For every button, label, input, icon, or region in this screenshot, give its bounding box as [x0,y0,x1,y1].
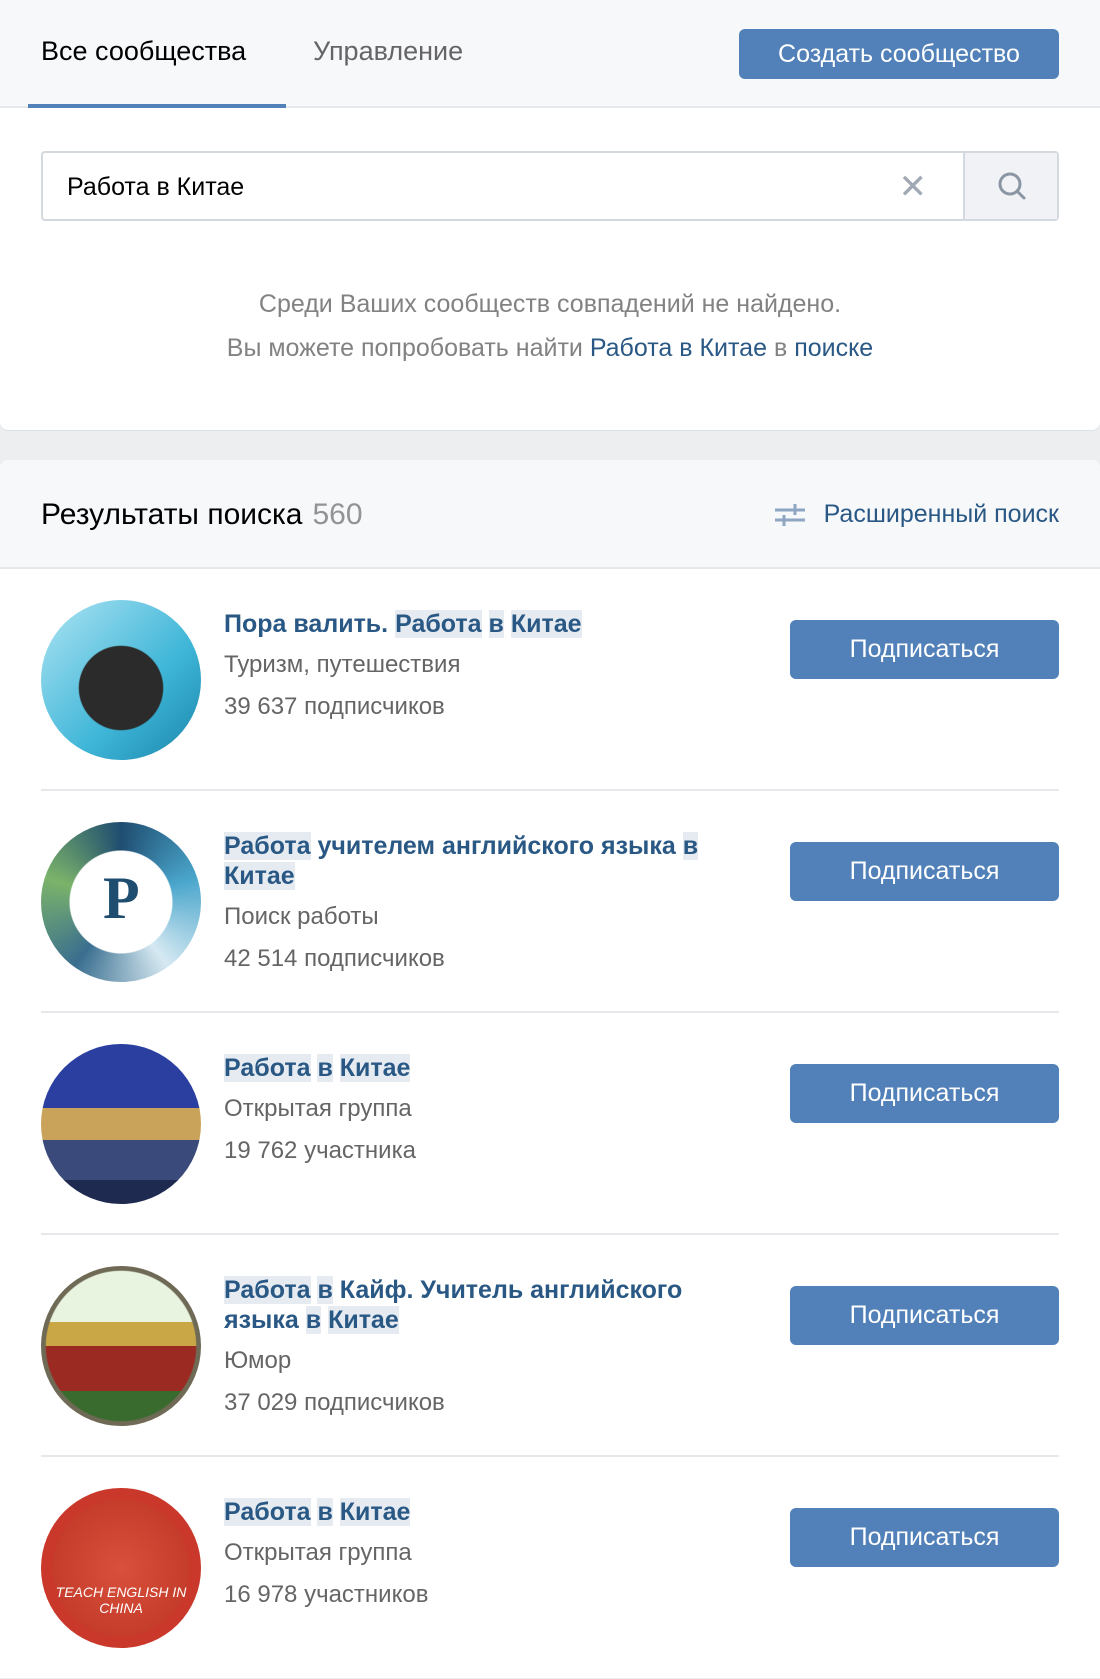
community-category: Поиск работы [224,903,379,930]
title-segment: в [317,1276,333,1304]
search-suggestion: Вы можете попробовать найти Работа в Кит… [0,334,1100,363]
community-info: Работа в Китае Открытая группа 19 762 уч… [224,1053,744,1167]
community-title-link[interactable]: Работа в Кайф. Учитель английского языка… [224,1275,744,1335]
title-segment: Китае [339,1498,411,1526]
member-count: 16 978 участников [224,1581,429,1608]
community-avatar[interactable] [41,1044,201,1204]
subscribe-button[interactable]: Подписаться [790,620,1059,679]
title-segment: Китае [328,1306,399,1334]
title-segment: Работа [395,610,482,638]
title-segment: Работа [224,1276,311,1304]
title-segment: Работа [224,1054,311,1082]
community-avatar[interactable]: TEACH ENGLISH IN CHINA [41,1488,201,1648]
community-category: Открытая группа [224,1539,412,1566]
title-segment: в [317,1054,333,1082]
member-count: 37 029 подписчиков [224,1389,445,1416]
tab-management[interactable]: Управление [313,36,463,67]
communities-panel: Все сообщества Управление Создать сообще… [0,0,1100,430]
community-list-item: Пора валить. Работа в Китае Туризм, путе… [41,569,1059,791]
title-segment: Китае [339,1054,411,1082]
results-title: Результаты поиска 560 [41,498,363,532]
tab-bar: Все сообщества Управление Создать сообще… [0,0,1100,108]
search-icon [998,172,1026,200]
title-segment: учителем английского языка [310,832,683,860]
community-list-item: P Работа учителем английского языка в Ки… [41,791,1059,1013]
community-title-link[interactable]: Работа учителем английского языка в Кита… [224,831,744,891]
subscribe-button[interactable]: Подписаться [790,1508,1059,1567]
community-info: Работа в Китае Открытая группа 16 978 уч… [224,1497,744,1611]
community-info: Работа учителем английского языка в Кита… [224,831,744,975]
subscribe-button[interactable]: Подписаться [790,842,1059,901]
subscribe-button[interactable]: Подписаться [790,1064,1059,1123]
community-list-item: Работа в Кайф. Учитель английского языка… [41,1235,1059,1457]
title-segment: Работа [224,1498,311,1526]
advanced-search-label: Расширенный поиск [823,500,1059,528]
suggestion-text: Вы можете попробовать найти [226,334,590,362]
title-segment: Пора [224,610,294,638]
logo-letter: P [103,865,140,931]
title-segment: валить. [293,610,389,638]
title-segment: Китае [224,862,295,890]
title-segment: в [317,1498,333,1526]
community-title-link[interactable]: Работа в Китае [224,1497,744,1527]
results-header: Результаты поиска 560 Расширенный поиск [0,460,1100,569]
community-avatar[interactable] [41,600,201,760]
community-title-link[interactable]: Работа в Китае [224,1053,744,1083]
active-tab-indicator [28,104,286,108]
results-count: 560 [312,498,363,531]
search-button[interactable] [963,153,1057,219]
global-search-link[interactable]: поиске [794,334,873,362]
advanced-search-link[interactable]: Расширенный поиск [774,500,1059,529]
member-count: 19 762 участника [224,1137,416,1164]
avatar-logo-text: TEACH ENGLISH IN CHINA [55,1584,187,1616]
no-matches-message: Среди Ваших сообществ совпадений не найд… [258,290,842,318]
suggestion-text: в [767,334,795,362]
query-link[interactable]: Работа в Китае [590,334,767,362]
community-title-link[interactable]: Пора валить. Работа в Китае [224,609,744,639]
search-input[interactable]: Работа в Китае [67,173,244,202]
title-segment: Китае [510,610,582,638]
community-avatar[interactable] [41,1266,201,1426]
member-count: 39 637 подписчиков [224,693,445,720]
community-avatar[interactable]: P [41,822,201,982]
title-segment: в [305,1306,322,1334]
title-segment: Работа [224,832,311,860]
filter-sliders-icon [774,503,805,526]
close-icon[interactable]: ✕ [899,167,928,207]
community-info: Работа в Кайф. Учитель английского языка… [224,1275,744,1419]
title-segment [482,610,489,638]
create-community-button[interactable]: Создать сообщество [739,29,1059,79]
community-category: Юмор [224,1347,292,1374]
title-segment [333,1054,340,1082]
title-segment: в [682,832,699,860]
search-results-panel: Результаты поиска 560 Расширенный поиск П… [0,460,1100,1678]
title-segment [504,610,511,638]
tab-all-communities[interactable]: Все сообщества [41,36,246,67]
community-category: Открытая группа [224,1095,412,1122]
title-segment: в [488,610,504,638]
title-segment [333,1498,340,1526]
subscribe-button[interactable]: Подписаться [790,1286,1059,1345]
community-list-item: Работа в Китае Открытая группа 19 762 уч… [41,1013,1059,1235]
member-count: 42 514 подписчиков [224,945,445,972]
search-field[interactable]: Работа в Китае ✕ [41,151,1059,221]
community-list-item: TEACH ENGLISH IN CHINA Работа в Китае От… [41,1457,1059,1679]
results-title-text: Результаты поиска [41,498,303,531]
community-category: Туризм, путешествия [224,651,461,678]
community-info: Пора валить. Работа в Китае Туризм, путе… [224,609,744,723]
